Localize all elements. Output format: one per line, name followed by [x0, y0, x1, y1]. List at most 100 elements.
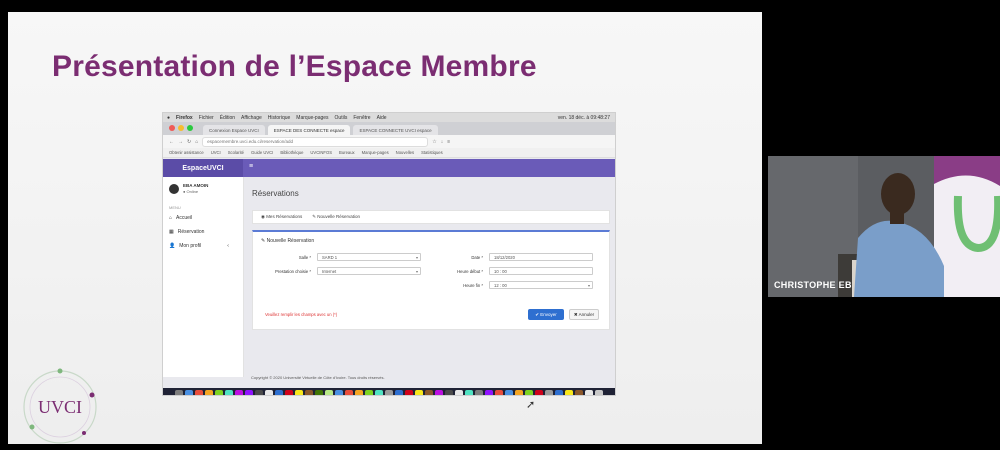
finder-icon[interactable]: [175, 390, 183, 395]
app-icon[interactable]: [335, 390, 343, 395]
minimize-window-button[interactable]: [178, 125, 184, 131]
address-bar[interactable]: espacemembre.uvci.edu.ci/reservation/add: [202, 136, 429, 147]
close-window-button[interactable]: [169, 125, 175, 131]
maximize-window-button[interactable]: [187, 125, 193, 131]
app-icon[interactable]: [345, 390, 353, 395]
back-arrow-icon[interactable]: ←: [169, 139, 174, 145]
app-icon[interactable]: [505, 390, 513, 395]
app-icon[interactable]: [355, 390, 363, 395]
app-icon[interactable]: [265, 390, 273, 395]
bookmark-item[interactable]: UVCI: [211, 150, 221, 155]
bookmark-item[interactable]: Nouvelles: [396, 150, 414, 155]
download-icon[interactable]: ↓: [441, 139, 444, 145]
star-icon[interactable]: ☆: [432, 139, 436, 145]
browser-tab-active[interactable]: ESPACE DES CONNECTE espace: [267, 125, 351, 135]
bookmark-item[interactable]: Bureaux: [339, 150, 355, 155]
app-icon[interactable]: [525, 390, 533, 395]
app-icon[interactable]: [575, 390, 583, 395]
app-brand[interactable]: EspaceUVCI: [163, 159, 243, 177]
mac-dock: [163, 388, 615, 395]
app-icon[interactable]: [365, 390, 373, 395]
salle-select[interactable]: SARD 1 ▾: [317, 253, 421, 261]
menu-marque-pages[interactable]: Marque-pages: [296, 115, 328, 121]
menu-aide[interactable]: Aide: [377, 115, 387, 121]
app-icon[interactable]: [555, 390, 563, 395]
menu-firefox[interactable]: Firefox: [176, 115, 193, 121]
prestation-select[interactable]: Internet ▾: [317, 267, 421, 275]
app-icon[interactable]: [435, 390, 443, 395]
app-icon[interactable]: [295, 390, 303, 395]
cancel-button[interactable]: ✖ Annuler: [569, 309, 599, 320]
heure-fin-value: 12 : 00: [494, 283, 507, 288]
app-icon[interactable]: [205, 390, 213, 395]
home-icon: ⌂: [169, 215, 173, 221]
browser-tab[interactable]: Connexion Espace UVCI: [203, 125, 265, 135]
menu-historique[interactable]: Historique: [268, 115, 291, 121]
app-icon[interactable]: [565, 390, 573, 395]
forward-arrow-icon[interactable]: →: [178, 139, 183, 145]
app-icon[interactable]: [325, 390, 333, 395]
app-icon[interactable]: [585, 390, 593, 395]
bookmark-item[interactable]: Guide UVCI: [251, 150, 273, 155]
bookmark-item[interactable]: Marque-pages: [362, 150, 389, 155]
window-controls: [169, 125, 193, 131]
app-icon[interactable]: [515, 390, 523, 395]
bookmark-item[interactable]: Statistiques: [421, 150, 443, 155]
home-icon[interactable]: ⌂: [195, 139, 198, 145]
app-icon[interactable]: [405, 390, 413, 395]
tab-nouvelle-reservation[interactable]: ✎ Nouvelle Réservation: [312, 214, 360, 220]
app-icon[interactable]: [465, 390, 473, 395]
app-icon[interactable]: [225, 390, 233, 395]
menu-edition[interactable]: Édition: [220, 115, 235, 121]
app-icon[interactable]: [395, 390, 403, 395]
app-icon[interactable]: [235, 390, 243, 395]
sidebar-item-profil[interactable]: 👤 Mon profil ‹: [169, 243, 229, 249]
app-icon[interactable]: [215, 390, 223, 395]
menu-icon[interactable]: ≡: [447, 139, 450, 145]
bookmark-item[interactable]: Bibliothèque: [280, 150, 303, 155]
hamburger-menu-icon[interactable]: ≡: [249, 163, 253, 170]
app-icon[interactable]: [425, 390, 433, 395]
app-icon[interactable]: [485, 390, 493, 395]
app-icon[interactable]: [245, 390, 253, 395]
app-icon[interactable]: [305, 390, 313, 395]
sidebar-item-accueil[interactable]: ⌂ Accueil: [169, 215, 192, 221]
app-icon[interactable]: [385, 390, 393, 395]
app-icon[interactable]: [375, 390, 383, 395]
bookmark-item[interactable]: Scolarité: [228, 150, 244, 155]
app-footer: Copyright © 2020 Université Virtuelle de…: [251, 375, 385, 380]
app-icon[interactable]: [495, 390, 503, 395]
chevron-down-icon: ▾: [415, 255, 418, 260]
date-label: Date *: [471, 255, 483, 260]
webcam-feed: CHRISTOPHE EB: [768, 156, 1000, 297]
trash-icon[interactable]: [595, 390, 603, 395]
app-icon[interactable]: [275, 390, 283, 395]
app-icon[interactable]: [315, 390, 323, 395]
app-icon[interactable]: [195, 390, 203, 395]
sidebar-item-reservation[interactable]: ▦ Réservation: [169, 229, 204, 235]
tab-mes-reservations[interactable]: ◉ Mes Réservations: [261, 214, 302, 220]
menu-fichier[interactable]: Fichier: [199, 115, 214, 121]
date-input[interactable]: 18/12/2020: [489, 253, 593, 261]
save-button[interactable]: ✔ Envoyer: [528, 309, 564, 320]
browser-tab[interactable]: ESPACE CONNECTE UVCI espace: [353, 125, 438, 135]
uvci-logo: UVCI: [23, 368, 97, 444]
menu-fenetre[interactable]: Fenêtre: [353, 115, 370, 121]
menu-affichage[interactable]: Affichage: [241, 115, 262, 121]
reload-icon[interactable]: ↻: [187, 139, 191, 145]
app-icon[interactable]: [415, 390, 423, 395]
menu-outils[interactable]: Outils: [335, 115, 348, 121]
bookmark-item[interactable]: Obtenir assistance: [169, 150, 204, 155]
apple-icon[interactable]: ●: [167, 115, 170, 121]
app-icon[interactable]: [535, 390, 543, 395]
bookmark-item[interactable]: UVCINFOS: [310, 150, 332, 155]
app-icon[interactable]: [475, 390, 483, 395]
app-icon[interactable]: [545, 390, 553, 395]
app-icon[interactable]: [285, 390, 293, 395]
safari-icon[interactable]: [185, 390, 193, 395]
app-icon[interactable]: [455, 390, 463, 395]
heure-debut-input[interactable]: 10 : 00: [489, 267, 593, 275]
app-icon[interactable]: [445, 390, 453, 395]
heure-fin-input[interactable]: 12 : 00 ▾: [489, 281, 593, 289]
app-icon[interactable]: [255, 390, 263, 395]
